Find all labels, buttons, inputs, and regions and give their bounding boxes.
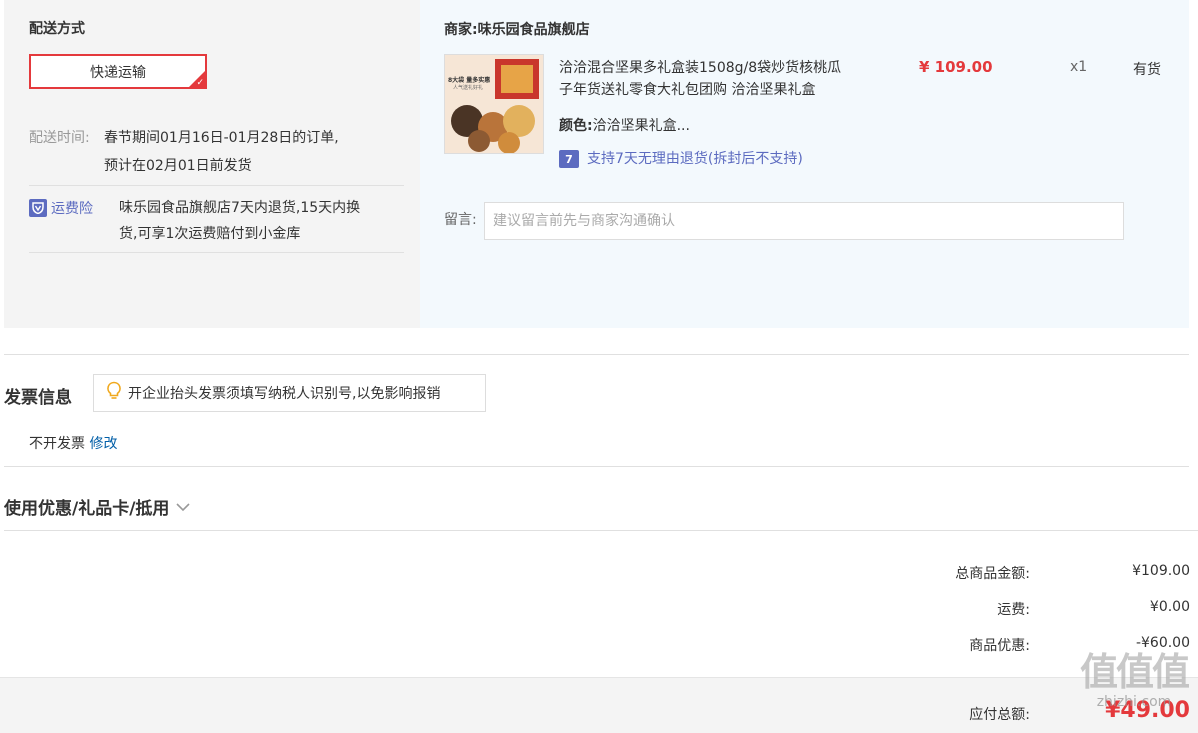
shipping-option-express[interactable]: 快递运输 ✓ [29, 54, 207, 89]
discount-label: 商品优惠: [969, 638, 1030, 654]
merchant-label: 商家: [444, 22, 478, 38]
freight-insurance-label: 运费险 [51, 201, 93, 217]
product-stock: 有货 [1133, 62, 1161, 78]
delivery-time-line1: 春节期间01月16日-01月28日的订单, [104, 130, 339, 146]
invoice-tip: 开企业抬头发票须填写纳税人识别号,以免影响报销 [93, 374, 486, 412]
shipping-fee-label: 运费: [997, 602, 1030, 618]
product-title-line2[interactable]: 子年货送礼零食大礼包团购 洽洽坚果礼盒 [559, 79, 815, 99]
invoice-title: 发票信息 [4, 388, 72, 408]
product-color: 颜色:洽洽坚果礼盒... [559, 115, 690, 135]
goods-total-value: ¥109.00 [1132, 563, 1190, 579]
product-image-caption: 8大袋 量多实惠 [448, 77, 491, 84]
divider [29, 185, 404, 186]
shield-icon [29, 199, 47, 217]
product-title-line1[interactable]: 洽洽混合坚果多礼盒装1508g/8袋炒货核桃瓜 [559, 57, 841, 77]
goods-total-label: 总商品金额: [955, 566, 1030, 582]
shipping-fee-value: ¥0.00 [1149, 599, 1190, 615]
invoice-status: 不开发票 修改 [29, 433, 117, 453]
total-label: 应付总额: [969, 707, 1030, 723]
color-label: 颜色: [559, 118, 593, 134]
chevron-down-icon [175, 497, 191, 517]
lightbulb-icon [106, 381, 122, 405]
product-quantity: x1 [1070, 59, 1088, 75]
divider [4, 466, 1189, 467]
freight-insurance-badge[interactable]: 运费险 [29, 198, 93, 218]
delivery-time-label: 配送时间: [29, 130, 90, 146]
product-price: ¥ 109.00 [919, 58, 993, 76]
coupon-toggle[interactable]: 使用优惠/礼品卡/抵用 [4, 494, 191, 519]
invoice-tip-text: 开企业抬头发票须填写纳税人识别号,以免影响报销 [128, 386, 441, 402]
return-policy: 7 支持7天无理由退货(拆封后不支持) [559, 148, 803, 168]
watermark-site: zhizhi.com [1096, 694, 1172, 710]
freight-desc-line1: 味乐园食品旗舰店7天内退货,15天内换 [119, 200, 361, 216]
shipping-title: 配送方式 [29, 21, 85, 37]
freight-desc-line2: 货,可享1次运费赔付到小金库 [119, 226, 301, 242]
remark-label: 留言: [444, 212, 477, 228]
divider [29, 252, 404, 253]
watermark-mark: 值值值 [1079, 650, 1190, 694]
discount-value: -¥60.00 [1135, 635, 1190, 651]
return-policy-text: 支持7天无理由退货(拆封后不支持) [587, 151, 803, 167]
merchant-panel [420, 0, 1189, 328]
remark-input[interactable] [484, 202, 1124, 240]
seven-day-return-icon: 7 [559, 150, 579, 168]
delivery-time-line2: 预计在02月01日前发货 [104, 158, 252, 174]
coupon-title: 使用优惠/礼品卡/抵用 [4, 499, 170, 519]
divider [4, 530, 1198, 531]
product-image[interactable]: 8大袋 量多实惠 人气送礼好礼 [444, 54, 544, 154]
check-icon: ✓ [196, 78, 204, 88]
color-value: 洽洽坚果礼盒... [592, 118, 690, 134]
invoice-status-text: 不开发票 [29, 436, 85, 452]
shipping-option-label: 快递运输 [90, 64, 146, 81]
merchant-name: 味乐园食品旗舰店 [477, 22, 590, 38]
invoice-modify-link[interactable]: 修改 [89, 436, 117, 452]
watermark-logo: 值值值 zhizhi.com [1079, 650, 1190, 710]
merchant-header: 商家:味乐园食品旗舰店 [444, 19, 590, 39]
divider [4, 354, 1189, 355]
product-image-subcaption: 人气送礼好礼 [453, 85, 484, 91]
